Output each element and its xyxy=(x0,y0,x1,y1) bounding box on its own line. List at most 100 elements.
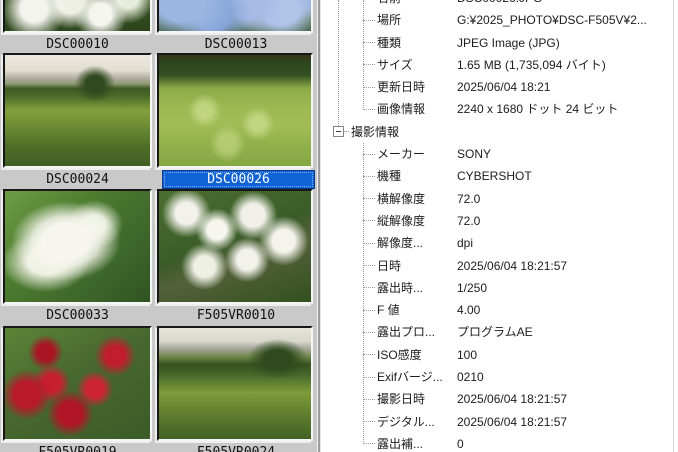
tree-connector xyxy=(363,86,375,88)
property-row[interactable]: 日時 2025/06/04 18:21:57 xyxy=(321,255,678,277)
property-label: 撮影日時 xyxy=(377,392,426,407)
property-row[interactable]: ISO感度 100 xyxy=(321,344,678,366)
property-value: dpi xyxy=(457,236,474,251)
property-label: 解像度... xyxy=(377,236,424,251)
property-label: 露出時... xyxy=(377,280,424,295)
property-value: 2025/06/04 18:21:57 xyxy=(457,414,568,429)
tree-connector xyxy=(363,421,375,423)
property-label: 露出補... xyxy=(377,436,424,451)
tree-connector xyxy=(363,108,375,110)
property-row[interactable]: 露出プロ... プログラムAE xyxy=(321,321,678,343)
property-row[interactable]: 更新日時 2025/06/04 18:21 xyxy=(321,76,678,98)
photo-frame xyxy=(157,53,313,168)
property-label: 名前 xyxy=(377,0,456,9)
property-value: 4.00 xyxy=(457,303,481,318)
property-value: 72.0 xyxy=(457,213,481,228)
property-label: 画像情報 xyxy=(377,102,426,117)
photo-frame xyxy=(3,189,152,304)
tree-connector xyxy=(363,64,375,66)
photo-frame xyxy=(157,326,313,441)
photo-frame xyxy=(157,0,313,33)
property-value: プログラムAE xyxy=(457,325,533,340)
property-value: JPEG Image (JPG) xyxy=(457,35,560,50)
property-value: 0210 xyxy=(457,370,484,384)
property-row[interactable]: 露出補... 0 xyxy=(321,433,678,452)
thumbnail-grid-panel[interactable]: DSC00010 DSC00013 DSC00024 DSC00026 DSC0 xyxy=(0,0,317,452)
property-label: 横解像度 xyxy=(377,191,426,206)
property-row[interactable]: 場所 G:¥2025_PHOTO¥DSC-F505V¥2... xyxy=(321,9,678,31)
property-value: 2025/06/04 18:21:57 xyxy=(457,258,568,273)
property-row[interactable]: 撮影日時 2025/06/04 18:21:57 xyxy=(321,388,678,410)
tree-connector xyxy=(363,42,375,44)
property-row[interactable]: 横解像度 72.0 xyxy=(321,188,678,210)
thumbnail-label: DSC00033 xyxy=(46,308,109,323)
tree-connector xyxy=(344,131,349,133)
photo-thumbnail xyxy=(159,55,311,166)
property-label: 露出プロ... xyxy=(377,325,436,340)
photo-frame xyxy=(157,189,313,304)
tree-connector xyxy=(363,198,375,200)
thumbnail-label: DSC00013 xyxy=(204,37,268,52)
tree-connector xyxy=(363,398,375,400)
property-label: ISO感度 xyxy=(377,347,422,362)
property-label: メーカー xyxy=(377,147,426,161)
tree-connector xyxy=(363,242,375,244)
tree-connector xyxy=(363,331,375,333)
tree-connector xyxy=(363,19,375,21)
property-value: 2025/06/04 18:21 xyxy=(457,80,551,95)
photo-thumbnail xyxy=(5,191,150,302)
property-value: 72.0 xyxy=(457,191,481,206)
property-row[interactable]: サイズ 1.65 MB (1,735,094 バイト) xyxy=(321,54,678,76)
property-row[interactable]: 種類 JPEG Image (JPG) xyxy=(321,32,678,54)
property-value: CYBERSHOT xyxy=(457,169,532,184)
section-header-label: 撮影情報 xyxy=(351,124,400,139)
property-row[interactable]: 縦解像度 72.0 xyxy=(321,210,678,232)
property-label: F 値 xyxy=(377,303,400,318)
tree-connector xyxy=(363,175,375,177)
property-label: サイズ xyxy=(377,57,413,72)
property-value: 2025/06/04 18:21:57 xyxy=(457,392,568,407)
thumbnail-label-selected: DSC00026 xyxy=(162,170,315,189)
thumbnail-label: F505VR0019 xyxy=(0,443,155,452)
tree-connector xyxy=(363,265,375,267)
property-row[interactable]: 名前 DSC00026.JPG xyxy=(321,0,678,9)
property-label: 種類 xyxy=(377,35,402,50)
thumbnail-label: DSC00010 xyxy=(46,37,109,52)
minus-glyph xyxy=(336,131,341,133)
property-row[interactable]: デジタル... 2025/06/04 18:21:57 xyxy=(321,411,678,433)
thumbnail-label: F505VR0024 xyxy=(155,443,317,452)
property-row[interactable]: Exifバージ... 0210 xyxy=(321,366,678,388)
property-value: G:¥2025_PHOTO¥DSC-F505V¥2... xyxy=(457,13,647,28)
property-row[interactable]: 解像度... dpi xyxy=(321,232,678,254)
property-row[interactable]: メーカー SONY xyxy=(321,143,678,165)
property-row[interactable]: 機種 CYBERSHOT xyxy=(321,165,678,187)
panel-right-edge xyxy=(673,0,674,452)
property-label: 機種 xyxy=(377,169,402,184)
photo-frame xyxy=(3,326,152,441)
property-value: 0 xyxy=(457,436,464,451)
property-label: 縦解像度 xyxy=(377,213,426,228)
property-label: 日時 xyxy=(377,258,402,273)
exif-section-header-row[interactable]: 撮影情報 xyxy=(321,121,678,143)
tree-connector xyxy=(363,287,375,289)
thumbnail-label: DSC00024 xyxy=(46,172,109,187)
collapse-minus-icon[interactable] xyxy=(333,126,344,138)
photo-browser-window: DSC00010 DSC00013 DSC00024 DSC00026 DSC0 xyxy=(0,0,678,452)
tree-connector xyxy=(363,309,375,311)
property-row[interactable]: F 値 4.00 xyxy=(321,299,678,321)
property-label: Exifバージ... xyxy=(377,370,443,384)
photo-frame xyxy=(3,0,152,33)
photo-thumbnail xyxy=(5,55,150,166)
property-value: 1/250 xyxy=(457,280,488,295)
property-row[interactable]: 画像情報 2240 x 1680 ドット 24 ビット xyxy=(321,98,678,120)
property-row[interactable]: 露出時... 1/250 xyxy=(321,277,678,299)
photo-thumbnail xyxy=(159,328,311,439)
tree-connector xyxy=(363,153,375,155)
property-label: デジタル... xyxy=(377,414,435,429)
properties-tree-panel[interactable]: 名前 DSC00026.JPG 場所 G:¥2025_PHOTO¥DSC-F50… xyxy=(321,0,678,452)
property-value: 2240 x 1680 ドット 24 ビット xyxy=(457,102,619,117)
tree-connector xyxy=(363,220,375,222)
property-value: 1.65 MB (1,735,094 バイト) xyxy=(457,57,606,72)
property-value: DSC00026.JPG xyxy=(457,0,542,9)
tree-connector xyxy=(363,354,375,356)
